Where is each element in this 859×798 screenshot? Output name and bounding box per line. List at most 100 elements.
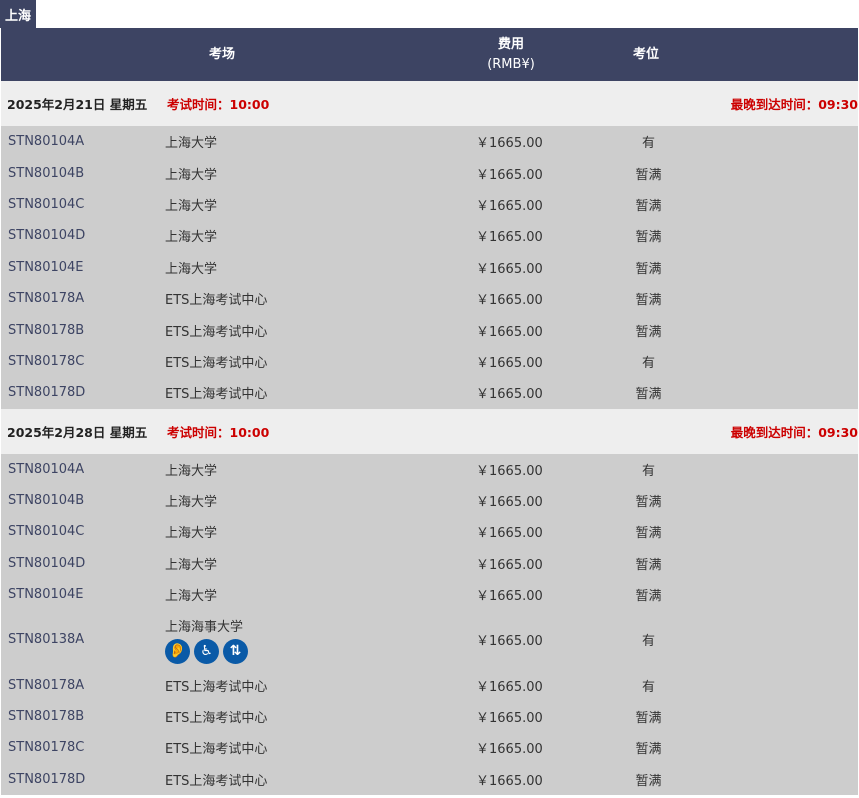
table-row: STN80104C 上海大学 ￥1665.00 暂满 (1, 188, 858, 221)
venue-name: ETS上海考试中心 (165, 355, 268, 371)
seat-status: 暂满 (635, 495, 662, 511)
table-row: STN80138A 上海海事大学 👂 ♿ ⇅ ￥1665.00 有 (1, 610, 858, 670)
venue-name: 上海大学 (165, 167, 218, 183)
fee-value: ￥1665.00 (476, 557, 543, 573)
fee-value: ￥1665.00 (476, 198, 543, 214)
test-center-code: STN80178B (8, 322, 85, 338)
exam-date: 2025年2月21日 星期五 (7, 97, 148, 112)
fee-value: ￥1665.00 (476, 387, 543, 403)
venue-name: ETS上海考试中心 (165, 679, 268, 695)
table-row: STN80178C ETS上海考试中心 ￥1665.00 暂满 (1, 732, 858, 764)
fee-value: ￥1665.00 (476, 679, 543, 695)
seat-status: 暂满 (635, 387, 662, 403)
table-row: STN80104B 上海大学 ￥1665.00 暂满 (1, 484, 858, 517)
fee-value: ￥1665.00 (476, 293, 543, 309)
venue-name: 上海大学 (165, 230, 218, 246)
test-center-code: STN80178D (8, 771, 86, 787)
fee-value: ￥1665.00 (476, 324, 543, 340)
table-row: STN80104E 上海大学 ￥1665.00 暂满 (1, 579, 858, 611)
venue-name: ETS上海考试中心 (165, 324, 268, 340)
wheelchair-icon: ♿ (194, 638, 219, 664)
venue-cell: 上海海事大学 👂 ♿ ⇅ (165, 610, 248, 669)
test-center-code: STN80178D (8, 385, 86, 401)
city-tab[interactable]: 上海 (0, 0, 36, 28)
seat-status: 暂满 (635, 324, 662, 340)
table-row: STN80104E 上海大学 ￥1665.00 暂满 (1, 251, 858, 283)
test-center-code: STN80104B (8, 165, 85, 181)
accessibility-icons: 👂 ♿ ⇅ (165, 638, 248, 664)
seat-status: 暂满 (635, 526, 662, 542)
fee-value: ￥1665.00 (476, 261, 543, 277)
seat-status: 暂满 (635, 230, 662, 246)
seat-status: 暂满 (635, 261, 662, 277)
test-center-code: STN80104B (8, 493, 85, 509)
seat-status: 暂满 (635, 773, 662, 789)
fee-value: ￥1665.00 (476, 711, 543, 727)
table-row: STN80178D ETS上海考试中心 ￥1665.00 暂满 (1, 763, 858, 796)
table-row: STN80104D 上海大学 ￥1665.00 暂满 (1, 220, 858, 252)
test-center-code: STN80178B (8, 709, 85, 725)
table-row: STN80104B 上海大学 ￥1665.00 暂满 (1, 157, 858, 189)
venue-name: 上海大学 (165, 557, 218, 573)
test-center-code: STN80178C (8, 353, 85, 369)
venue-name: 上海大学 (165, 198, 218, 214)
fee-value: ￥1665.00 (476, 526, 543, 542)
latest-arrival-time: 最晚到达时间：09:30 (730, 424, 858, 440)
table-row: STN80178C ETS上海考试中心 ￥1665.00 有 (1, 345, 858, 378)
test-center-code: STN80104E (8, 259, 84, 275)
test-center-code: STN80178C (8, 740, 85, 756)
header-fee-unit: (RMB¥) (487, 56, 535, 72)
fee-value: ￥1665.00 (476, 230, 543, 246)
table-body: 2025年2月21日 星期五 考试时间：10:00 最晚到达时间：09:30 STN8… (1, 81, 858, 796)
venue-name: 上海大学 (165, 136, 218, 152)
table-row: STN80104C 上海大学 ￥1665.00 暂满 (1, 516, 858, 548)
seat-status: 有 (641, 463, 655, 479)
venue-name: 上海海事大学 (165, 619, 244, 635)
table-row: STN80178A ETS上海考试中心 ￥1665.00 有 (1, 669, 858, 701)
date-row: 2025年2月28日 星期五 考试时间：10:00 最晚到达时间：09:30 (1, 408, 858, 454)
seat-status: 暂满 (635, 293, 662, 309)
header-seat: 考位 (632, 46, 659, 62)
exam-time: 考试时间：10:00 (167, 97, 270, 112)
table-row: STN80178D ETS上海考试中心 ￥1665.00 暂满 (1, 377, 858, 409)
venue-name: ETS上海考试中心 (165, 293, 268, 309)
header-fee-label: 费用 (497, 36, 524, 52)
venue-name: 上海大学 (165, 495, 218, 511)
venue-name: ETS上海考试中心 (165, 711, 268, 727)
seat-status: 有 (641, 136, 655, 152)
seat-status: 有 (641, 679, 655, 695)
seat-status: 暂满 (635, 742, 662, 758)
date-row: 2025年2月21日 星期五 考试时间：10:00 最晚到达时间：09:30 (1, 81, 858, 126)
fee-value: ￥1665.00 (476, 495, 543, 511)
table-row: STN80104A 上海大学 ￥1665.00 有 (1, 126, 858, 158)
seat-status: 暂满 (635, 711, 662, 727)
fee-value: ￥1665.00 (476, 589, 543, 605)
fee-value: ￥1665.00 (476, 463, 543, 479)
venue-name: 上海大学 (165, 261, 218, 277)
seat-status: 暂满 (635, 557, 662, 573)
table-row: STN80104A 上海大学 ￥1665.00 有 (1, 453, 858, 485)
latest-arrival-time: 最晚到达时间：09:30 (730, 97, 858, 112)
table-row: STN80178B ETS上海考试中心 ￥1665.00 暂满 (1, 314, 858, 346)
venue-name: 上海大学 (165, 526, 218, 542)
fee-value: ￥1665.00 (476, 634, 543, 650)
fee-value: ￥1665.00 (476, 167, 543, 183)
header-venue: 考场 (209, 46, 236, 62)
test-center-code: STN80104A (8, 461, 85, 477)
table-row: STN80178B ETS上海考试中心 ￥1665.00 暂满 (1, 700, 858, 733)
table-header: 考场 费用 (RMB¥) 考位 (1, 28, 858, 81)
seat-status: 暂满 (635, 589, 662, 605)
test-center-code: STN80104E (8, 587, 84, 603)
fee-value: ￥1665.00 (476, 355, 543, 371)
table-row: STN80104D 上海大学 ￥1665.00 暂满 (1, 547, 858, 580)
test-center-code: STN80178A (8, 291, 85, 307)
hearing-icon: 👂 (165, 638, 190, 664)
test-center-code: STN80104D (8, 228, 86, 244)
exam-time: 考试时间：10:00 (167, 424, 270, 440)
fee-value: ￥1665.00 (476, 136, 543, 152)
elevator-icon: ⇅ (223, 638, 248, 664)
venue-name: ETS上海考试中心 (165, 742, 268, 758)
seat-status: 有 (641, 355, 655, 371)
fee-value: ￥1665.00 (476, 742, 543, 758)
exam-date: 2025年2月28日 星期五 (7, 424, 148, 440)
